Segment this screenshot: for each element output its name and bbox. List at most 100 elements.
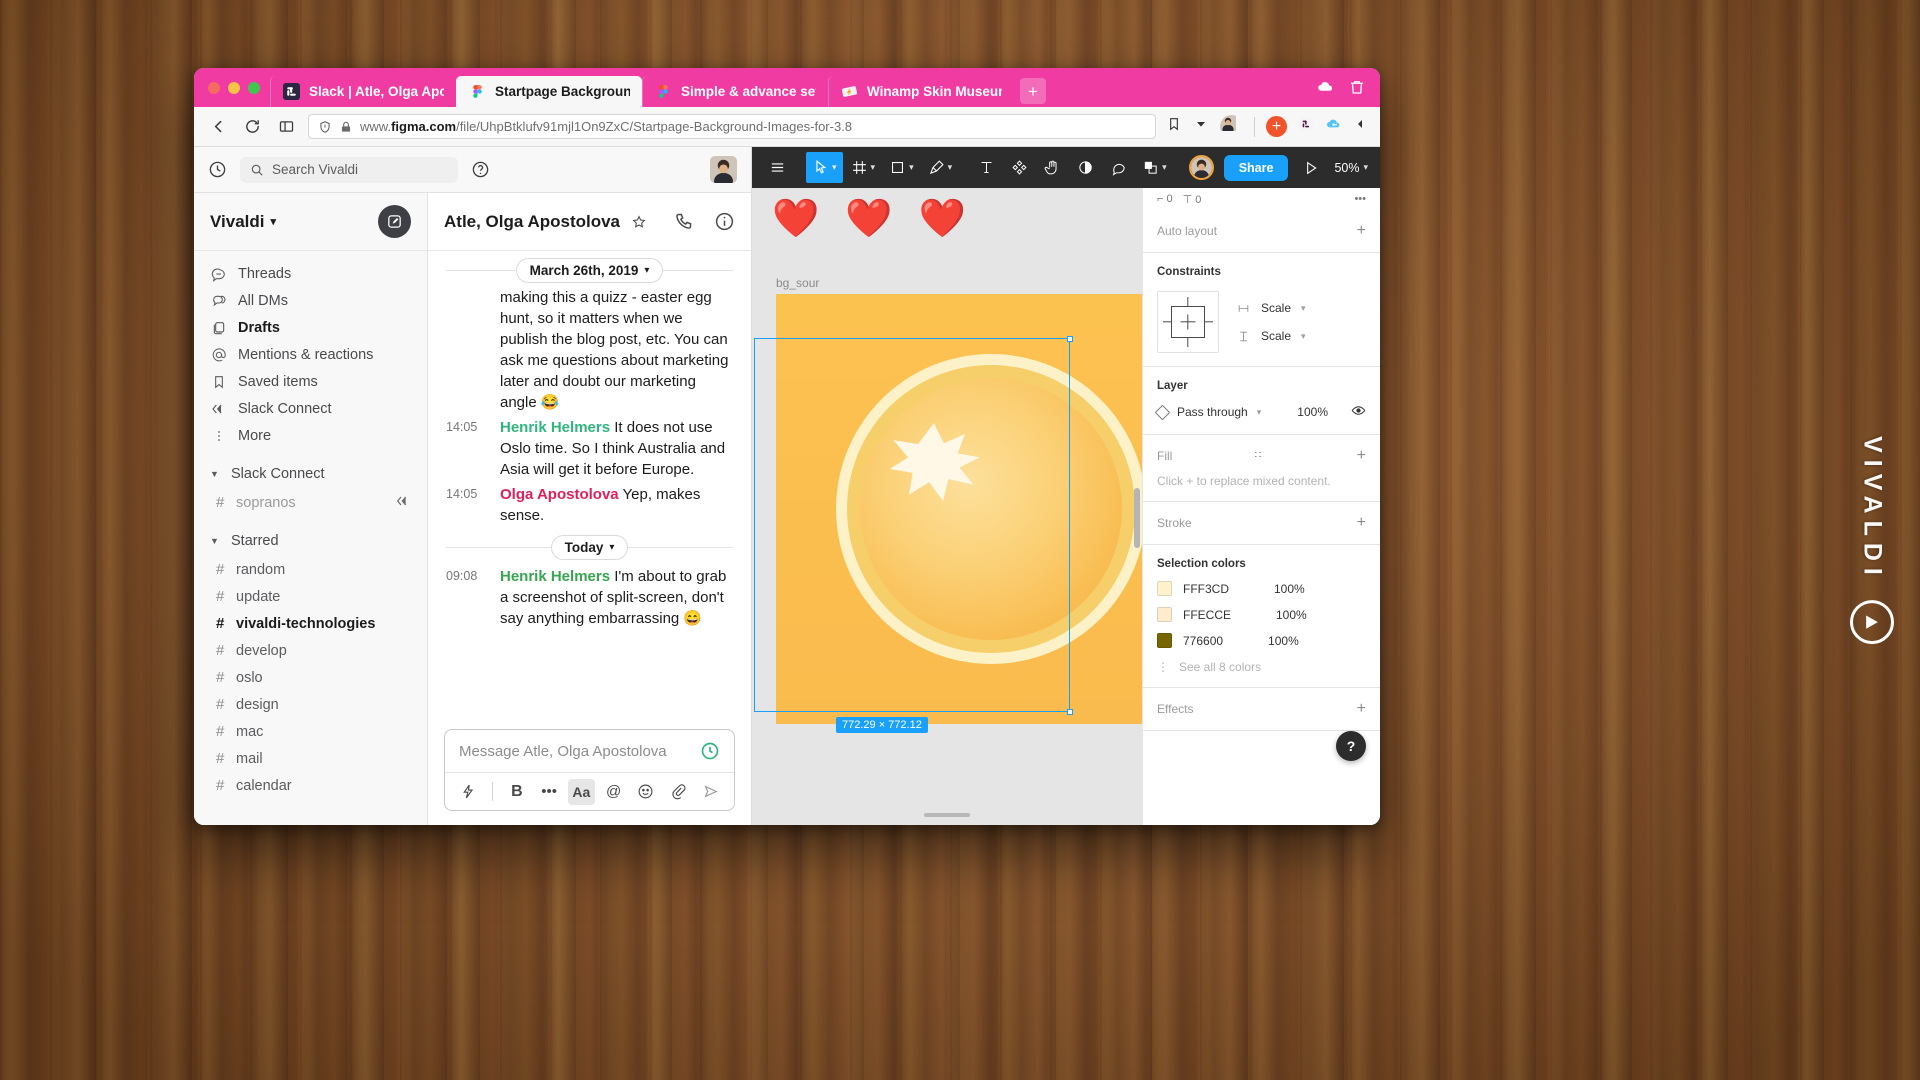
sidebar-section-starred[interactable]: ▼ Starred [194,526,427,556]
chevron-down-icon[interactable] [1193,116,1209,137]
browser-tab-slack[interactable]: Slack | Atle, Olga Apostolo [270,76,456,107]
canvas-vertical-scrollbar[interactable] [1134,488,1140,548]
history-clock-icon[interactable] [208,160,227,179]
sidebar-channel-calendar[interactable]: # calendar [194,772,427,799]
sync-cloud-icon[interactable] [1316,78,1334,101]
star-icon[interactable] [631,214,647,230]
see-all-colors-button[interactable]: ⋮ See all 8 colors [1157,660,1366,674]
trash-icon[interactable] [1348,78,1366,101]
add-panel-button[interactable]: + [1266,116,1287,137]
share-button[interactable]: Share [1223,154,1289,181]
pen-tool-icon[interactable]: ▾ [922,152,959,183]
profile-avatar[interactable] [1220,115,1243,138]
sidebar-channel-develop[interactable]: # develop [194,637,427,664]
figma-canvas[interactable]: ❤️ ❤️ ❤️ bg_sour 772.29 × 772.12 [752,188,1142,825]
move-tool-icon[interactable]: ▾ [806,152,843,183]
shortcut-icon[interactable] [455,779,482,805]
sidebar-channel-random[interactable]: # random [194,556,427,583]
search-input[interactable]: Search Vivaldi [240,156,458,183]
add-effect-button[interactable]: + [1357,701,1366,717]
sidebar-item-all-dms[interactable]: All DMs [194,287,427,314]
menu-icon[interactable] [762,152,793,183]
shape-tool-icon[interactable]: ▾ [883,152,920,183]
resize-handle[interactable] [1066,335,1073,342]
constraint-vertical[interactable]: Scale ▾ [1237,329,1366,343]
sidebar-channel-sopranos[interactable]: # sopranos [194,489,427,516]
browser-tab-figma-setups[interactable]: Simple & advance set ups [642,76,828,107]
workspace-header[interactable]: Vivaldi ▾ [194,193,427,251]
canvas-horizontal-scrollbar[interactable] [924,813,970,817]
sidebar-item-saved[interactable]: Saved items [194,368,427,395]
sidebar-item-threads[interactable]: Threads [194,260,427,287]
present-icon[interactable] [1298,160,1324,176]
emoji-icon[interactable] [632,779,659,805]
fill-style-icon[interactable]: ∷ [1255,451,1262,461]
add-fill-button[interactable]: + [1357,448,1366,464]
selection-color-row[interactable]: FFF3CD 100% [1157,581,1366,596]
components-icon[interactable] [1004,152,1035,183]
sidebar-channel-mail[interactable]: # mail [194,745,427,772]
sidebar-channel-update[interactable]: # update [194,583,427,610]
more-format-icon[interactable]: ••• [535,779,562,805]
workspace-name[interactable]: Vivaldi ▾ [210,212,276,232]
collapse-panel-icon[interactable] [1352,116,1368,137]
minimize-window-button[interactable] [228,81,240,94]
frame-name-label[interactable]: bg_sour [776,276,819,290]
sidebar-item-drafts[interactable]: Drafts [194,314,427,341]
date-divider-pill[interactable]: Today ▾ [550,534,629,560]
selection-rectangle[interactable] [754,335,1073,715]
new-tab-button[interactable]: + [1020,78,1046,104]
hand-tool-icon[interactable] [1037,152,1068,183]
message-author[interactable]: Henrik Helmers [500,568,610,585]
browser-tab-figma-startpage[interactable]: Startpage Background Ima [456,76,642,107]
browser-tab-winamp[interactable]: Winamp Skin Museum [828,76,1014,107]
back-button[interactable] [206,115,230,139]
constraint-horizontal[interactable]: Scale ▾ [1237,301,1366,315]
boolean-icon[interactable]: ▾ [1136,152,1173,183]
reload-button[interactable] [240,115,264,139]
mention-icon[interactable]: @ [600,779,627,805]
slack-user-avatar[interactable] [710,156,737,183]
sidebar-item-slack-connect[interactable]: Slack Connect [194,395,427,422]
message-list[interactable]: March 26th, 2019 ▾ making this a quizz -… [428,251,751,721]
close-window-button[interactable] [208,81,220,94]
bookmark-icon[interactable] [1166,116,1182,137]
slack-panel-icon[interactable] [1298,116,1314,137]
sidebar-channel-mac[interactable]: # mac [194,718,427,745]
message-author[interactable]: Henrik Helmers [500,419,610,436]
figma-collaborator-avatar[interactable] [1188,155,1214,180]
sidebar-scroll[interactable]: Threads All DMs Drafts Mentions & reacti… [194,251,427,825]
sidebar-channel-oslo[interactable]: # oslo [194,664,427,691]
zoom-level-button[interactable]: 50% ▾ [1334,161,1370,175]
color-swatch[interactable] [1157,633,1172,648]
panel-toggle-button[interactable] [274,115,298,139]
formatting-icon[interactable]: Aa [567,778,595,805]
sidebar-section-slack-connect[interactable]: ▼ Slack Connect [194,459,427,489]
send-icon[interactable] [697,779,724,805]
add-stroke-button[interactable]: + [1357,515,1366,531]
mask-icon[interactable] [1070,152,1101,183]
sidebar-channel-vivaldi-technologies[interactable]: # vivaldi-technologies [194,610,427,637]
text-tool-icon[interactable] [971,152,1002,183]
comment-icon[interactable] [1103,152,1134,183]
attach-icon[interactable] [664,779,691,805]
password-cloud-icon[interactable] [1325,116,1341,137]
message-composer[interactable]: Message Atle, Olga Apostolova B ••• Aa @ [444,729,735,811]
constraints-widget[interactable] [1157,291,1219,353]
help-icon[interactable] [471,160,490,179]
resize-handle[interactable] [1066,708,1073,715]
maximize-window-button[interactable] [248,81,260,94]
url-input[interactable]: www.figma.com/file/UhpBtklufv91mjl1On9Zx… [308,114,1156,139]
info-icon[interactable] [714,211,735,232]
frame-tool-icon[interactable]: ▾ [845,152,882,183]
sidebar-item-more[interactable]: More [194,422,427,449]
layer-opacity-value[interactable]: 100% [1297,405,1328,419]
draft-indicator-icon[interactable] [700,741,720,761]
sidebar-channel-design[interactable]: # design [194,691,427,718]
sidebar-item-mentions[interactable]: Mentions & reactions [194,341,427,368]
blend-mode-value[interactable]: Pass through [1177,405,1248,419]
color-swatch[interactable] [1157,607,1172,622]
selection-color-row[interactable]: 776600 100% [1157,633,1366,648]
bold-icon[interactable]: B [503,779,530,805]
window-controls[interactable] [204,68,270,107]
